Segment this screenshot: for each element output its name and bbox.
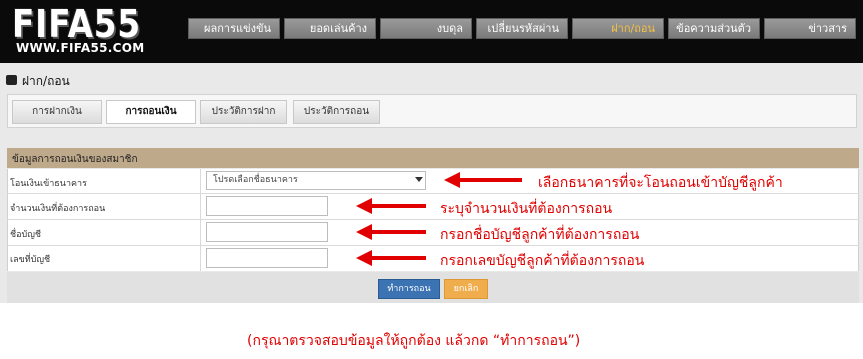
- nav-results[interactable]: ผลการแข่งขัน: [188, 18, 280, 39]
- nav-deposit-withdraw[interactable]: ฝาก/ถอน: [572, 18, 664, 39]
- page-icon: [6, 75, 17, 85]
- arrow-left-icon: [356, 250, 426, 266]
- annotation-account-name: กรอกชื่อบัญชีลูกค้าที่ต้องการถอน: [440, 227, 640, 243]
- tab-withdraw[interactable]: การถอนเงิน: [106, 100, 196, 124]
- nav-change-password[interactable]: เปลี่ยนรหัสผ่าน: [476, 18, 568, 39]
- page-title: ฝาก/ถอน: [22, 74, 70, 88]
- arrow-left-icon: [356, 198, 426, 214]
- tab-withdraw-history[interactable]: ประวัติการถอน: [293, 100, 380, 124]
- column-divider: [200, 169, 201, 271]
- account-name-label: ชื่อบัญชี: [10, 230, 42, 240]
- row-divider: [7, 245, 859, 246]
- withdraw-submit-button[interactable]: ทำการถอน: [378, 279, 440, 299]
- tab-deposit[interactable]: การฝากเงิน: [12, 100, 102, 124]
- nav-news[interactable]: ข่าวสาร: [764, 18, 856, 39]
- bank-select[interactable]: โปรดเลือกชื่อธนาคาร: [206, 171, 426, 190]
- annotation-bank: เลือกธนาคารที่จะโอนถอนเข้าบัญชีลูกค้า: [538, 175, 783, 191]
- account-name-input[interactable]: [206, 222, 328, 242]
- bank-label: โอนเงินเข้าธนาคาร: [10, 179, 87, 189]
- chevron-down-icon: [415, 177, 423, 182]
- arrow-left-icon: [356, 224, 426, 240]
- tab-deposit-history[interactable]: ประวัติการฝาก: [200, 100, 287, 124]
- nav-private-messages[interactable]: ข้อความส่วนตัว: [668, 18, 760, 39]
- nav-outstanding-bets[interactable]: ยอดเล่นค้าง: [284, 18, 376, 39]
- account-number-label: เลขที่บัญชี: [10, 255, 51, 265]
- amount-input[interactable]: [206, 196, 328, 216]
- logo-url: WWW.FIFA55.COM: [16, 41, 145, 55]
- annotation-account-number: กรอกเลขบัญชีลูกค้าที่ต้องการถอน: [440, 253, 645, 269]
- row-divider: [7, 219, 859, 220]
- annotation-amount: ระบุจำนวนเงินที่ต้องการถอน: [440, 201, 613, 217]
- instruction-note: (กรุณาตรวจสอบข้อมูลให้ถูกต้อง แล้วกด “ทำ…: [247, 333, 581, 349]
- top-header: FIFA55 WWW.FIFA55.COM ผลการแข่งขัน ยอดเล…: [0, 0, 863, 63]
- arrow-left-icon: [444, 172, 522, 188]
- nav-balance[interactable]: งบดุล: [380, 18, 472, 39]
- logo-text: FIFA55: [12, 2, 141, 46]
- amount-label: จำนวนเงินที่ต้องการถอน: [10, 204, 106, 214]
- cancel-button[interactable]: ยกเลิก: [444, 279, 488, 299]
- account-number-input[interactable]: [206, 248, 328, 268]
- form-heading: ข้อมูลการถอนเงินของสมาชิก: [12, 154, 138, 165]
- fifa55-logo[interactable]: FIFA55 WWW.FIFA55.COM: [12, 2, 182, 60]
